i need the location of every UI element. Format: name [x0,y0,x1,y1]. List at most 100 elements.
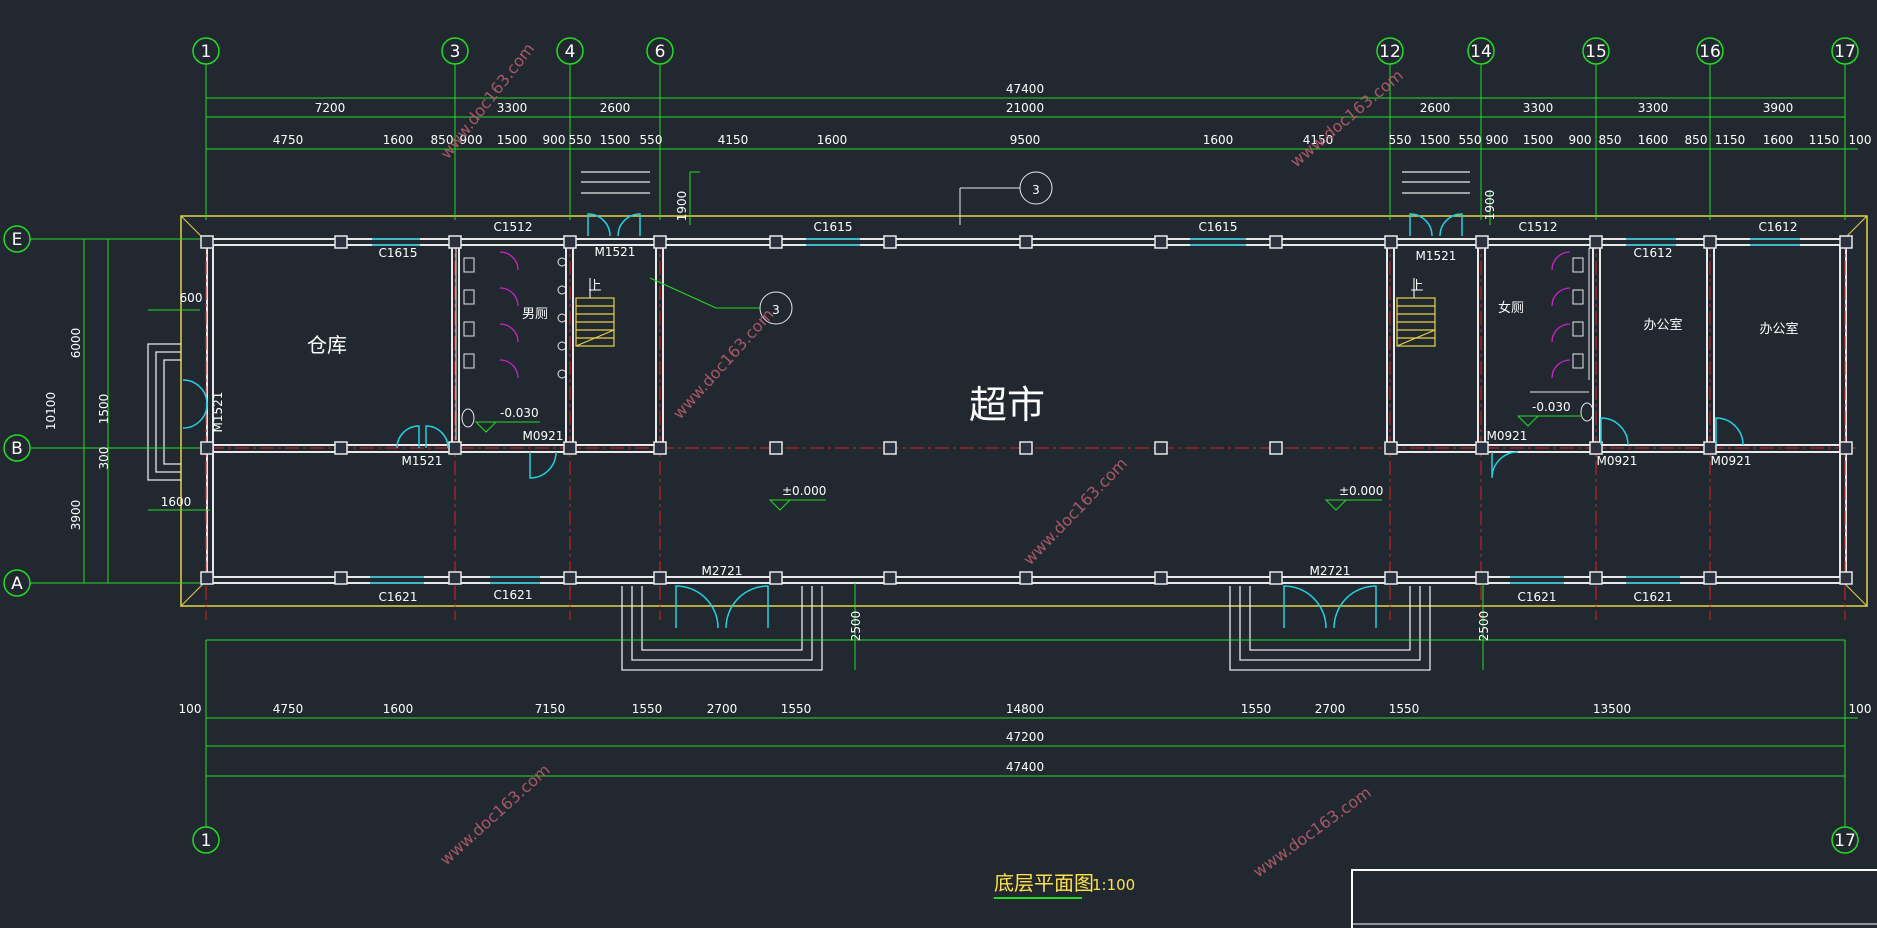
level-label: ±0.000 [782,484,826,498]
room-office: 办公室 [1759,321,1798,337]
room-office: 办公室 [1643,317,1682,333]
dim-text: 1500 [1523,133,1554,147]
room-supermarket: 超市 [969,383,1045,427]
dim-text: 21000 [1006,101,1044,115]
dim-text: 2700 [707,702,738,716]
room-women-toilet: 女厕 [1498,300,1524,316]
door-label: M0921 [1597,454,1638,468]
dim-text: 1150 [1809,133,1840,147]
dim-text: 100 [179,702,202,716]
grid-col-label: 14 [1470,42,1492,62]
dim-text: 2600 [1420,101,1451,115]
dim-text: 3900 [1763,101,1794,115]
dim-text: 850 [1685,133,1708,147]
drawing-scale: 1:100 [1092,876,1135,894]
cad-floor-plan-drawing: 1 3 4 6 12 14 15 16 17 1 17 E B A 47400 … [0,0,1877,928]
window-label: C1615 [814,220,853,234]
dim-text: 550 [569,133,592,147]
window-label: C1621 [494,588,533,602]
room-warehouse: 仓库 [307,333,347,357]
window-label: C1621 [1518,590,1557,604]
door-label: M2721 [702,564,743,578]
door-label: M1521 [402,454,443,468]
grid-col-label: 17 [1834,831,1856,851]
dim-text: 1550 [632,702,663,716]
door-label: M1521 [595,245,636,259]
dim-text: 1900 [1483,190,1497,221]
dim-text: 1550 [1389,702,1420,716]
window-label: C1615 [379,246,418,260]
dim-text: 14800 [1006,702,1044,716]
stair-up-label: 上 [1410,279,1423,294]
dim-text: 7200 [315,101,346,115]
window-label: C1615 [1199,220,1238,234]
dim-text: 2700 [1315,702,1346,716]
dim-text: 2500 [1477,611,1491,642]
dim-text: 900 [543,133,566,147]
grid-row-label: B [11,439,23,459]
dim-text: 1900 [675,191,689,222]
window-label: C1621 [1634,590,1673,604]
dim-text: 3900 [69,500,83,531]
dim-text: 850 [1599,133,1622,147]
dim-text: 1600 [817,133,848,147]
level-label: ±0.000 [1339,484,1383,498]
dim-overall-47200: 47200 [1006,730,1044,744]
door-label: M0921 [523,429,564,443]
dim-text: 4750 [273,702,304,716]
door-label: M1521 [1416,249,1457,263]
dim-text: 1550 [781,702,812,716]
grid-col-label: 1 [201,42,212,62]
dim-text: 3300 [1638,101,1669,115]
drawing-title-block: 底层平面图 1:100 [994,871,1135,899]
grid-col-label: 12 [1379,42,1401,62]
room-men-toilet: 男厕 [522,307,548,322]
window-label: C1621 [379,590,418,604]
dim-text: 3300 [1523,101,1554,115]
window-label: C1612 [1759,220,1798,234]
window-label: C1512 [494,220,533,234]
door-label: M0921 [1711,454,1752,468]
dim-text: 1500 [97,394,111,425]
level-label: -0.030 [500,406,539,420]
dim-text: 550 [1389,133,1412,147]
door-label: M1521 [211,392,225,433]
dim-text: 1600 [383,133,414,147]
dim-text: 900 [1569,133,1592,147]
dim-text: 2500 [849,611,863,642]
grid-col-label: 1 [201,831,212,851]
level-label: -0.030 [1532,400,1571,414]
window-label: C1512 [1519,220,1558,234]
dim-text: 550 [1459,133,1482,147]
dim-text: 2600 [600,101,631,115]
grid-col-label: 4 [565,42,576,62]
dim-text: 1550 [1241,702,1272,716]
grid-col-label: 16 [1699,42,1721,62]
door-label: M2721 [1310,564,1351,578]
dim-text: 3300 [497,101,528,115]
dim-text: 600 [180,291,203,305]
dim-text: 1500 [600,133,631,147]
dim-text: 300 [97,447,111,470]
window-label: C1612 [1634,246,1673,260]
dim-text: 6000 [69,328,83,359]
dim-text: 13500 [1593,702,1631,716]
dim-text: 9500 [1010,133,1041,147]
grid-row-label: A [11,574,23,594]
dim-text: 1600 [161,495,192,509]
dim-text: 4150 [718,133,749,147]
dim-text: 1600 [1203,133,1234,147]
dim-text: 1600 [1763,133,1794,147]
dim-text: 1500 [497,133,528,147]
dim-text: 4750 [273,133,304,147]
dim-text: 100 [1849,702,1872,716]
dim-text: 7150 [535,702,566,716]
dim-text: 1600 [383,702,414,716]
dim-overall-bottom: 47400 [1006,760,1044,774]
grid-col-label: 15 [1585,42,1607,62]
grid-col-label: 6 [655,42,666,62]
dim-text: 1500 [1420,133,1451,147]
dim-text: 100 [1849,133,1872,147]
grid-row-label: E [12,230,23,250]
dim-text: 900 [1486,133,1509,147]
